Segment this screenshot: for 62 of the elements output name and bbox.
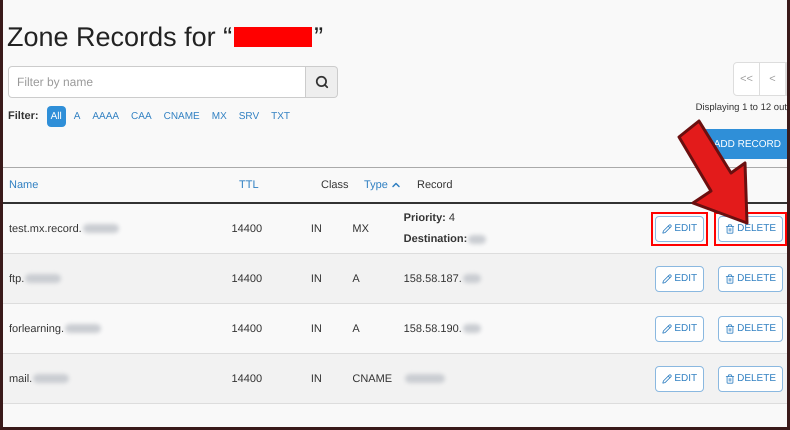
delete-button[interactable]: DELETE [718,216,783,242]
table-cell: IN [310,272,322,284]
table-cell: MX [352,222,369,234]
filter-option[interactable]: All [46,106,66,127]
filter-option[interactable]: MX [208,106,231,127]
table-cell: A [352,322,360,334]
trash-icon [725,224,736,234]
table-cell-text: ftp. [9,272,24,286]
record-text: 158.58.190. [404,322,462,336]
page-title: Zone Records for “ [7,20,232,54]
filter-option[interactable]: A [70,106,84,127]
column-header: Class [321,178,349,193]
filter-option[interactable]: CAA [127,106,156,127]
search-button[interactable] [306,66,338,98]
pagination-summary: Displaying 1 to 12 out [696,101,787,115]
pagination-button[interactable]: << [734,63,760,95]
column-header: Record [417,178,452,193]
table-cell: 14400 [231,372,262,384]
column-header[interactable]: Name [9,177,38,194]
filter-option[interactable]: AAAA [88,106,124,127]
filter-label: Filter: [8,109,39,124]
edit-button[interactable]: EDIT [655,316,704,342]
table-cell: IN [310,322,322,334]
table-cell: CNAME [352,372,392,384]
pencil-icon [662,274,672,284]
edit-button[interactable]: EDIT [655,366,704,392]
delete-button[interactable]: DELETE [718,366,783,392]
delete-button[interactable]: DELETE [718,316,783,342]
blurred-text [25,274,62,284]
filter-option[interactable]: TXT [267,106,294,127]
column-header[interactable]: Type [364,177,402,194]
pencil-icon [662,224,672,234]
record-text: Priority: 4 [404,211,456,226]
table-cell: A [352,272,360,284]
table-cell: IN [310,222,322,234]
edit-button[interactable]: EDIT [655,216,704,242]
blurred-text [65,324,102,334]
pagination-button[interactable]: < [760,63,786,95]
search-icon [314,75,328,89]
pencil-icon [662,324,672,334]
record-text: 158.58.187. [404,272,462,286]
table-cell: 14400 [231,222,262,234]
delete-button[interactable]: DELETE [718,266,783,292]
table-cell-text: test.mx.record. [9,222,82,236]
filter-option[interactable]: SRV [234,106,264,127]
column-header[interactable]: TTL [239,177,259,194]
filter-option[interactable]: CNAME [160,106,204,127]
search-field[interactable]: Filter by name [8,66,306,98]
table-cell-text: forlearning. [9,322,64,336]
edit-button[interactable]: EDIT [655,266,704,292]
blurred-text [33,374,70,384]
trash-icon [725,374,736,384]
table-cell: IN [310,372,322,384]
trash-icon [725,324,736,334]
record-text: Destination: [404,232,468,247]
trash-icon [725,274,736,284]
pencil-icon [662,374,672,384]
table-cell-text: mail. [9,372,32,386]
blurred-text [82,224,119,234]
table-cell: 14400 [231,272,262,284]
page-title-quote: ” [314,20,324,54]
table-cell: 14400 [231,322,262,334]
